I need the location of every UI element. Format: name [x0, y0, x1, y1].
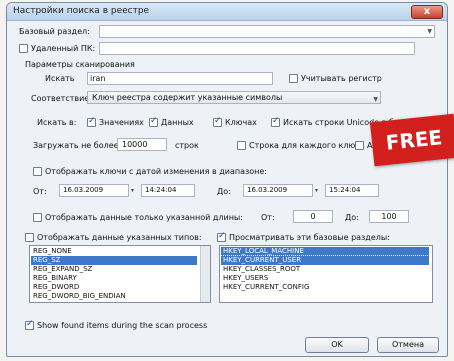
- types-label: Отображать данные указанных типов:: [37, 233, 202, 242]
- list-item[interactable]: REG_DWORD_BIG_ENDIAN: [31, 292, 197, 301]
- load-limit-input[interactable]: 10000: [117, 138, 167, 151]
- cancel-button[interactable]: Отмена: [377, 337, 439, 353]
- search-input[interactable]: iran: [87, 72, 273, 85]
- values-checkbox[interactable]: [87, 116, 96, 127]
- search-in-label: Искать в:: [37, 118, 77, 127]
- chevron-down-icon: ▼: [427, 28, 432, 35]
- sections-listbox[interactable]: HKEY_LOCAL_MACHINE HKEY_CURRENT_USER HKE…: [219, 245, 433, 303]
- case-sensitive-label: Учитывать регистр: [301, 74, 382, 83]
- length-filter-label: Отображать данные только указанной длины…: [45, 213, 243, 222]
- data-checkbox[interactable]: [149, 116, 158, 127]
- window-title: Настройки поиска в реестре: [13, 6, 150, 16]
- sections-checkbox[interactable]: [217, 231, 226, 242]
- keys-label: Ключах: [225, 118, 257, 127]
- list-item[interactable]: HKEY_CURRENT_USER: [220, 255, 430, 266]
- types-listbox[interactable]: REG_NONE REG_SZ REG_EXPAND_SZ REG_BINARY…: [29, 245, 211, 303]
- sections-label: Просматривать эти базовые разделы:: [229, 233, 390, 242]
- calendar-spin-icon[interactable]: ▾: [315, 187, 318, 194]
- chevron-down-icon: ▼: [373, 96, 378, 103]
- load-limit-label: Загружать не более: [33, 141, 119, 150]
- remote-pc-label: Удаленный ПК:: [31, 44, 96, 53]
- list-item[interactable]: REG_DWORD: [31, 283, 197, 292]
- date-filter-checkbox[interactable]: [33, 167, 42, 176]
- list-item[interactable]: HKEY_LOCAL_MACHINE: [221, 247, 429, 256]
- date-from-label: От:: [33, 187, 47, 196]
- add-checkbox[interactable]: [355, 141, 364, 150]
- remote-pc-checkbox[interactable]: [19, 44, 28, 53]
- length-from-input[interactable]: 0: [293, 210, 333, 223]
- list-item[interactable]: REG_NONE: [31, 247, 197, 256]
- types-checkbox[interactable]: [25, 233, 34, 242]
- date-to-label: До:: [217, 187, 231, 196]
- search-label: Искать: [45, 74, 75, 83]
- length-to-label: До:: [345, 213, 359, 222]
- show-found-label: Show found items during the scan process: [37, 321, 208, 330]
- date-from-field[interactable]: 16.03.2009: [59, 184, 129, 197]
- unicode-checkbox[interactable]: [271, 116, 280, 127]
- list-item[interactable]: REG_EXPAND_SZ: [31, 265, 197, 274]
- ok-button[interactable]: OK: [305, 337, 369, 353]
- scan-params-label: Параметры сканирования: [25, 60, 135, 69]
- match-label: Соответствие:: [31, 94, 92, 103]
- list-item[interactable]: HKEY_CLASSES_ROOT: [221, 265, 429, 274]
- types-scrollbar[interactable]: [200, 246, 210, 302]
- time-from-field[interactable]: 14:24:04: [141, 184, 195, 197]
- one-per-key-label: Строка для каждого ключа: [249, 141, 365, 150]
- length-to-input[interactable]: 100: [369, 210, 409, 223]
- list-item[interactable]: HKEY_USERS: [221, 274, 429, 283]
- base-section-label: Базовый раздел:: [19, 27, 90, 36]
- title-bar: Настройки поиска в реестре x: [7, 3, 447, 21]
- length-from-label: От:: [261, 213, 275, 222]
- list-item[interactable]: REG_BINARY: [31, 274, 197, 283]
- calendar-spin-icon[interactable]: ▾: [131, 187, 134, 194]
- base-section-combo[interactable]: ▼: [99, 25, 435, 38]
- data-label: Данных: [161, 118, 194, 127]
- date-to-field[interactable]: 16.03.2009: [243, 184, 313, 197]
- case-sensitive-checkbox[interactable]: [289, 74, 298, 83]
- date-filter-label: Отображать ключи с датой изменения в диа…: [45, 167, 267, 176]
- time-to-field[interactable]: 15:24:04: [325, 184, 379, 197]
- show-found-checkbox[interactable]: [25, 319, 34, 330]
- search-settings-dialog: Настройки поиска в реестре x Базовый раз…: [6, 2, 448, 357]
- one-per-key-checkbox[interactable]: [237, 141, 246, 150]
- length-filter-checkbox[interactable]: [33, 213, 42, 222]
- values-label: Значениях: [99, 118, 144, 127]
- match-combo[interactable]: Ключ реестра содержит указанные символы …: [87, 91, 381, 104]
- list-item[interactable]: REG_SZ: [31, 256, 197, 265]
- load-limit-unit: строк: [175, 141, 199, 150]
- keys-checkbox[interactable]: [213, 116, 222, 127]
- close-button[interactable]: x: [411, 5, 443, 19]
- free-badge: FREE: [369, 113, 454, 167]
- list-item[interactable]: HKEY_CURRENT_CONFIG: [221, 283, 429, 292]
- remote-pc-field[interactable]: [99, 42, 415, 55]
